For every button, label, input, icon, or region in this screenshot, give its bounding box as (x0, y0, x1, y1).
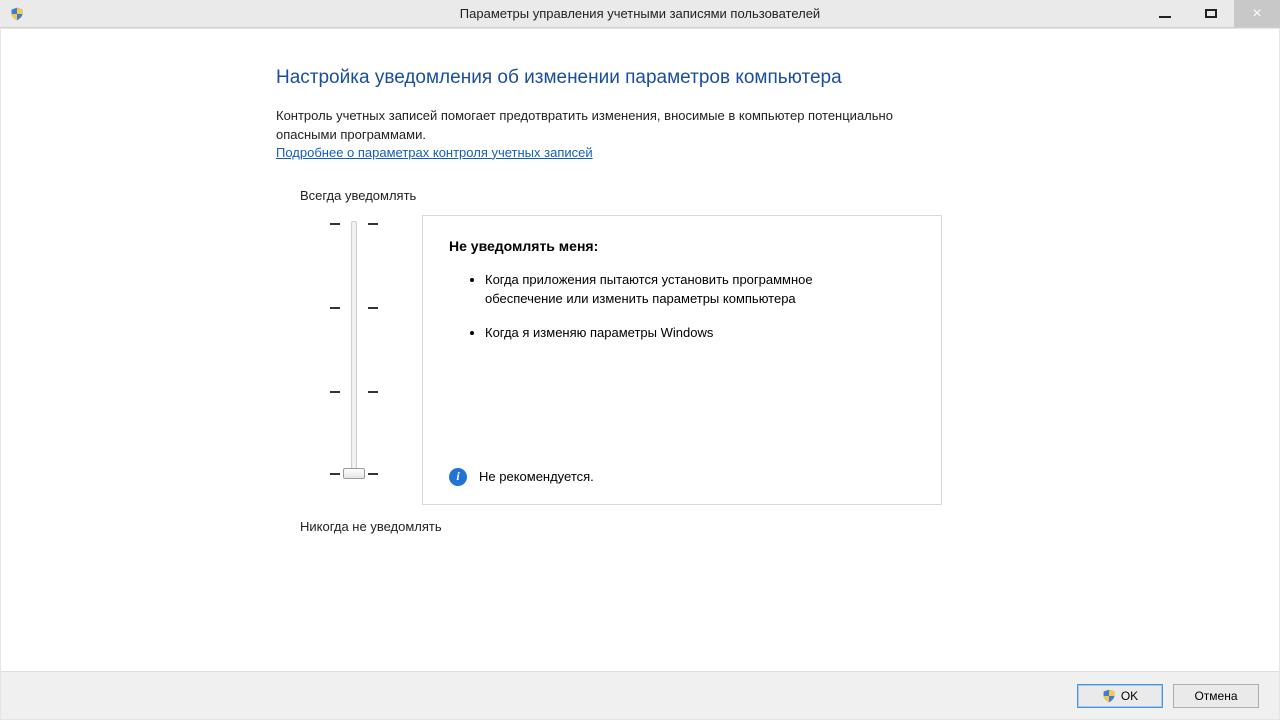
recommendation-text: Не рекомендуется. (479, 469, 594, 484)
slider-thumb[interactable] (343, 468, 365, 479)
ok-button-label: OK (1121, 689, 1138, 703)
slider-tick (330, 391, 340, 393)
slider-tick (368, 307, 378, 309)
info-bullet: Когда приложения пытаются установить про… (485, 270, 865, 309)
notification-level-slider[interactable] (314, 215, 394, 485)
maximize-button[interactable] (1188, 0, 1234, 27)
titlebar: Параметры управления учетными записями п… (0, 0, 1280, 28)
slider-bottom-label: Никогда не уведомлять (300, 519, 1279, 534)
content-area: Настройка уведомления об изменении парам… (0, 28, 1280, 720)
ok-button[interactable]: OK (1077, 684, 1163, 708)
notification-slider-area: Всегда уведомлять (276, 188, 1279, 534)
window-controls: × (1142, 0, 1280, 27)
shield-icon (10, 7, 24, 21)
close-icon: × (1252, 6, 1261, 22)
info-bullet-list: Когда приложения пытаются установить про… (449, 270, 915, 343)
info-icon: i (449, 468, 467, 486)
slider-track (351, 221, 357, 479)
window-title: Параметры управления учетными записями п… (0, 6, 1280, 21)
uac-settings-window: Параметры управления учетными записями п… (0, 0, 1280, 720)
description-text: Контроль учетных записей помогает предот… (276, 107, 896, 145)
slider-top-label: Всегда уведомлять (300, 188, 1279, 203)
learn-more-link[interactable]: Подробнее о параметрах контроля учетных … (276, 145, 593, 160)
slider-tick (330, 307, 340, 309)
minimize-button[interactable] (1142, 0, 1188, 27)
info-heading: Не уведомлять меня: (449, 238, 915, 254)
slider-tick (330, 473, 340, 475)
slider-tick (368, 473, 378, 475)
close-button[interactable]: × (1234, 0, 1280, 27)
cancel-button[interactable]: Отмена (1173, 684, 1259, 708)
slider-tick (330, 223, 340, 225)
shield-icon (1102, 689, 1116, 703)
recommendation-row: i Не рекомендуется. (449, 468, 594, 486)
cancel-button-label: Отмена (1194, 689, 1237, 703)
button-bar: OK Отмена (1, 671, 1279, 719)
page-heading: Настройка уведомления об изменении парам… (276, 67, 1279, 89)
slider-tick (368, 391, 378, 393)
slider-tick (368, 223, 378, 225)
level-description-box: Не уведомлять меня: Когда приложения пыт… (422, 215, 942, 505)
info-bullet: Когда я изменяю параметры Windows (485, 323, 865, 343)
